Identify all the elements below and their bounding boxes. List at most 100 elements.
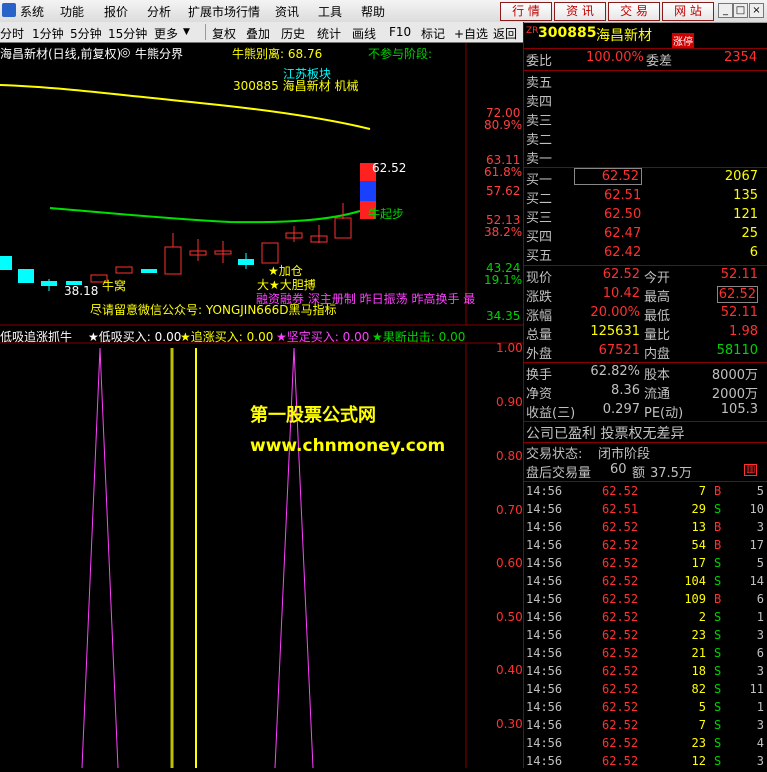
tick-row: 14:56 62.52 23 S 4 xyxy=(524,736,767,754)
menu-tools[interactable]: 工具 xyxy=(318,3,342,20)
tick-count: 5 xyxy=(756,556,764,570)
sub-axis-label: 0.80 xyxy=(496,449,523,463)
tick-volume: 7 xyxy=(698,484,706,498)
bid-row[interactable]: 买二 62.51 135 xyxy=(524,188,767,207)
candle-up xyxy=(115,266,133,274)
tick-volume: 21 xyxy=(691,646,706,660)
candle-up xyxy=(334,217,352,239)
overlay-button[interactable]: 叠加 xyxy=(246,25,270,42)
tick-count: 4 xyxy=(756,736,764,750)
tick-direction: S xyxy=(714,574,722,588)
menu-help[interactable]: 帮助 xyxy=(361,3,385,20)
app-icon[interactable] xyxy=(2,3,16,17)
tab-intraday[interactable]: 分时 xyxy=(0,25,24,42)
tick-volume: 29 xyxy=(691,502,706,516)
tab-5min[interactable]: 5分钟 xyxy=(70,25,102,42)
tick-row: 14:56 62.52 18 S 3 xyxy=(524,664,767,682)
bid-row[interactable]: 买四 62.47 25 xyxy=(524,226,767,245)
tab-15min[interactable]: 15分钟 xyxy=(108,25,147,42)
back-button[interactable]: 返回 xyxy=(493,25,517,42)
tick-volume: 18 xyxy=(691,664,706,678)
chevron-down-icon[interactable]: ▼ xyxy=(183,27,190,37)
mark-button[interactable]: 标记 xyxy=(421,25,445,42)
tick-direction: B xyxy=(714,538,722,552)
drawline-button[interactable]: 画线 xyxy=(352,25,376,42)
wechat-notice: 尽请留意微信公众号: YONGJIN666D黑马指标 xyxy=(90,303,337,317)
tick-time: 14:56 xyxy=(526,556,563,570)
sub-axis-label: 0.90 xyxy=(496,395,523,409)
last-price-label: 62.52 xyxy=(372,161,407,175)
tick-row: 14:56 62.52 82 S 11 xyxy=(524,682,767,700)
menu-quote[interactable]: 报价 xyxy=(104,3,128,20)
chart-toggle-icon[interactable]: ▥ xyxy=(744,464,758,476)
tick-time: 14:56 xyxy=(526,592,563,606)
sub-axis-label: 0.70 xyxy=(496,503,523,517)
candle-down xyxy=(18,269,34,283)
tick-row: 14:56 62.52 54 B 17 xyxy=(524,538,767,556)
bid-row[interactable]: 买五 62.42 6 xyxy=(524,245,767,264)
tick-count: 14 xyxy=(749,574,764,588)
trade-button[interactable]: 交 易 xyxy=(608,2,660,21)
website-button[interactable]: 网 站 xyxy=(662,2,714,21)
quote-button[interactable]: 行 情 xyxy=(500,2,552,21)
menu-system[interactable]: 系统 xyxy=(20,3,44,20)
tick-direction: S xyxy=(714,646,722,660)
tick-row: 14:56 62.52 23 S 3 xyxy=(524,628,767,646)
axis-label: 61.8% xyxy=(484,165,523,179)
tab-1min[interactable]: 1分钟 xyxy=(32,25,64,42)
maximize-icon[interactable]: □ xyxy=(733,3,748,18)
tick-direction: S xyxy=(714,628,722,642)
tick-count: 3 xyxy=(756,628,764,642)
tick-volume: 5 xyxy=(698,700,706,714)
stat-row: 涨跌 10.42 最高 62.52 xyxy=(526,286,758,305)
menu-function[interactable]: 功能 xyxy=(60,3,84,20)
f10-button[interactable]: F10 xyxy=(389,25,411,39)
tick-price: 62.52 xyxy=(602,682,639,696)
bid-row[interactable]: 买一 62.52 2067 xyxy=(524,168,767,188)
limit-up-badge: 涨停 xyxy=(672,33,694,48)
tick-count: 17 xyxy=(749,538,764,552)
period-toolbar: 分时 1分钟 5分钟 15分钟 更多 ▼ 复权 叠加 历史 统计 画线 F10 … xyxy=(0,22,523,43)
minimize-icon[interactable]: _ xyxy=(718,3,733,18)
add-watchlist-button[interactable]: +自选 xyxy=(454,25,488,42)
tick-direction: S xyxy=(714,682,722,696)
tick-direction: S xyxy=(714,502,722,516)
tick-row: 14:56 62.52 5 S 1 xyxy=(524,700,767,718)
tick-direction: S xyxy=(714,664,722,678)
stats-button[interactable]: 统计 xyxy=(317,25,341,42)
adjust-button[interactable]: 复权 xyxy=(212,25,236,42)
tab-more[interactable]: 更多 xyxy=(154,25,178,42)
candle-down xyxy=(0,256,12,270)
sub-axis-label: 1.00 xyxy=(496,341,523,355)
tick-time: 14:56 xyxy=(526,628,563,642)
bid-row[interactable]: 买三 62.50 121 xyxy=(524,207,767,226)
history-button[interactable]: 历史 xyxy=(281,25,305,42)
tick-price: 62.52 xyxy=(602,574,639,588)
tick-row: 14:56 62.52 104 S 14 xyxy=(524,574,767,592)
tick-direction: S xyxy=(714,718,722,732)
tick-row: 14:56 62.52 21 S 6 xyxy=(524,646,767,664)
gear-icon[interactable]: ◎ xyxy=(120,45,130,59)
menu-analysis[interactable]: 分析 xyxy=(147,3,171,20)
tick-price: 62.52 xyxy=(602,484,639,498)
sub-indicator-name: 低吸追涨抓牛 xyxy=(0,330,73,344)
stat-row: 总量 125631 量比 1.98 xyxy=(526,324,758,343)
axis-label: 80.9% xyxy=(484,118,523,132)
tick-time: 14:56 xyxy=(526,736,563,750)
tick-time: 14:56 xyxy=(526,700,563,714)
sub-axis-label: 0.60 xyxy=(496,556,523,570)
menu-ext-market[interactable]: 扩展市场行情 xyxy=(188,3,260,20)
chart-area[interactable]: 海昌新材(日线,前复权) ◎ 牛熊分界 牛熊别离: 68.76 不参与阶段: 江… xyxy=(0,43,523,768)
tick-volume: 13 xyxy=(691,520,706,534)
tick-time: 14:56 xyxy=(526,664,563,678)
tick-row: 14:56 62.52 109 B 6 xyxy=(524,592,767,610)
tick-time: 14:56 xyxy=(526,574,563,588)
candle-up xyxy=(261,242,279,264)
tick-count: 3 xyxy=(756,718,764,732)
menu-info[interactable]: 资讯 xyxy=(275,3,299,20)
sub-axis-label: 0.50 xyxy=(496,610,523,624)
info-button[interactable]: 资 讯 xyxy=(554,2,606,21)
tick-count: 1 xyxy=(756,610,764,624)
close-icon[interactable]: × xyxy=(749,3,764,18)
tick-volume: 104 xyxy=(684,574,706,588)
